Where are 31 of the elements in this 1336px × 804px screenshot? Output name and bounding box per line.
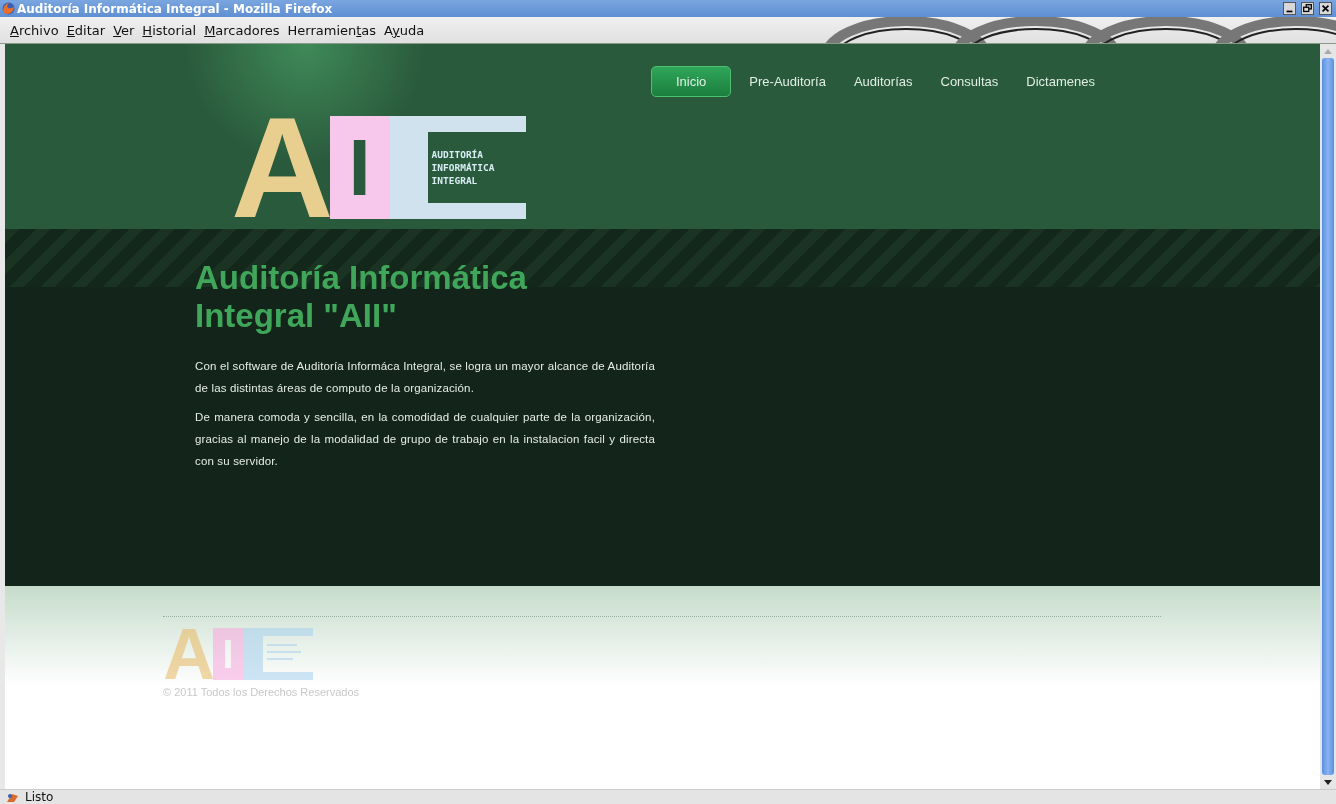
nav-link[interactable]: Auditorías [841, 66, 925, 97]
status-icon [6, 791, 19, 803]
browser-logo-icon [2, 2, 15, 15]
close-icon[interactable] [1319, 2, 1332, 15]
hero-paragraph: De manera comoda y sencilla, en la comodidad de cualquier parte de la organización, gracias al manejo de la modalidad de grupo de trabajo en la instalacion facil y directa con su servidor. [195, 410, 655, 469]
window-title: Auditoría Informática Integral - Mozilla Firefox [17, 1, 333, 16]
footer-logo-frame [243, 628, 313, 680]
scrollbar[interactable] [1320, 44, 1336, 789]
footer-logo-letter: A [163, 628, 213, 680]
status-text: Listo [25, 790, 54, 804]
menu-item[interactable]: Marcadores [200, 22, 284, 38]
nav-link[interactable]: Dictamenes [1014, 66, 1107, 97]
hero-paragraph: Con el software de Auditoría Informáca Integral, se logra un mayor alcance de Auditoría de las distintas áreas de computo de la organización. [195, 359, 655, 396]
logo-tagline: INTEGRAL [431, 174, 479, 187]
hero-heading: Auditoría Informática Integral "AII" [195, 259, 528, 335]
minimize-icon[interactable] [1283, 2, 1296, 15]
menu-item[interactable]: Ver [109, 22, 139, 38]
logo-tagline: INFORMÁTICA [431, 161, 496, 174]
menu-item[interactable]: Editar [62, 22, 110, 38]
menu-item[interactable]: Archivo [6, 22, 63, 38]
logo-letter: I [329, 116, 390, 219]
scroll-down-icon[interactable] [1324, 779, 1332, 785]
nav-link[interactable]: Inicio [651, 66, 732, 97]
menu-item[interactable]: Ayuda [380, 22, 429, 38]
nav-link[interactable]: Pre-Auditoría [737, 66, 838, 97]
nav-link[interactable]: Consultas [928, 66, 1011, 97]
logo-tagline: AUDITORÍA [431, 148, 485, 161]
menu-item[interactable]: Herramientas [283, 22, 381, 38]
restore-icon[interactable] [1301, 2, 1314, 15]
menu-item[interactable]: Historial [138, 22, 201, 38]
logo-letter: A [231, 116, 330, 219]
